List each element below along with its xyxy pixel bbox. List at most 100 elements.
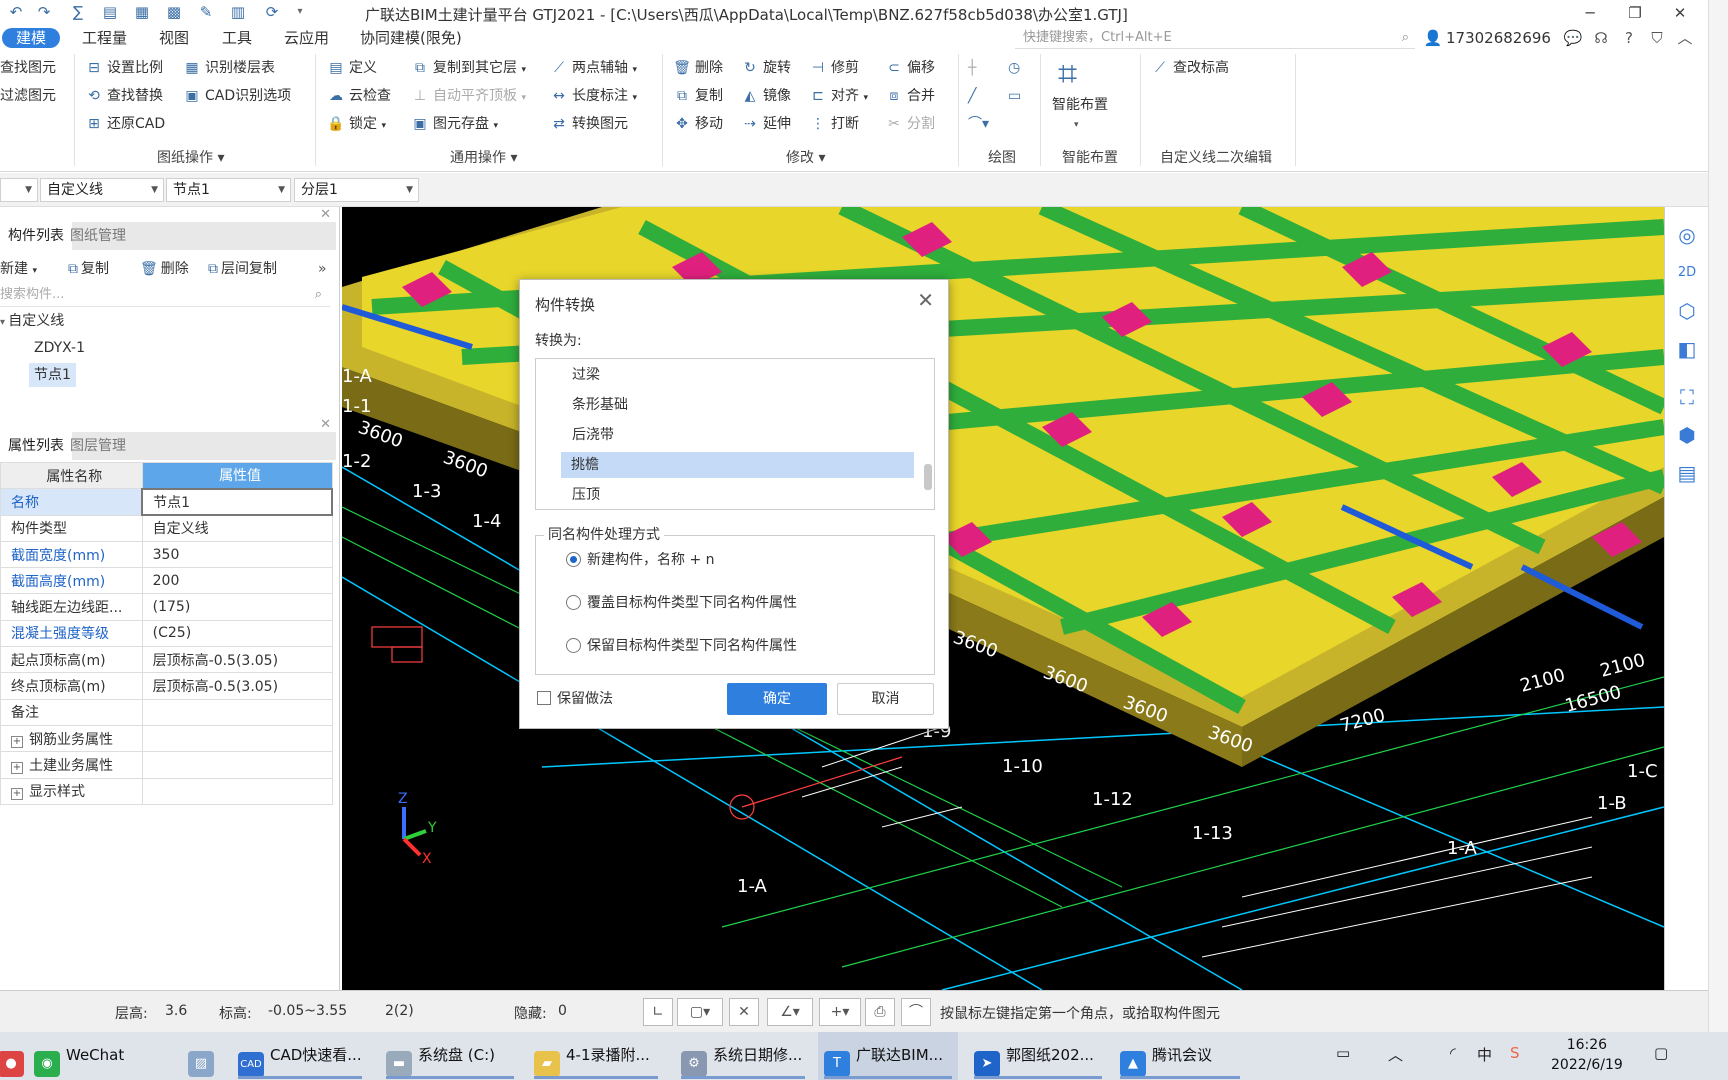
grid-icon[interactable]: ▩	[164, 3, 184, 21]
dialog-close-icon[interactable]: ✕	[917, 288, 934, 312]
list-item[interactable]: 过梁	[562, 362, 912, 388]
menu-quantity[interactable]: 工程量	[80, 28, 129, 48]
copy-between-floors-button[interactable]: ⧉ 层间复制	[208, 257, 277, 281]
table-row[interactable]: + 土建业务属性	[0, 751, 333, 779]
menu-tools[interactable]: 工具	[220, 28, 254, 48]
copy-to-other-floor-button[interactable]: ⧉ 复制到其它层 ▾	[410, 55, 526, 81]
table-row[interactable]: 截面高度(mm) 200	[0, 567, 333, 595]
rotate-button[interactable]: ↻ 旋转	[740, 55, 791, 81]
columns-icon[interactable]: ▥	[228, 3, 248, 21]
tree-item-zdyx1[interactable]: ZDYX-1	[34, 336, 85, 360]
ortho-icon[interactable]: ∟	[643, 998, 673, 1026]
copy-component-button[interactable]: ⧉ 复制	[68, 257, 109, 281]
taskbar-system-drive[interactable]: ▬ 系统盘 (C:)	[380, 1032, 520, 1080]
draw-line-icon[interactable]: ╱	[968, 83, 976, 109]
draw-rect-icon[interactable]: ▭	[1008, 83, 1021, 109]
taskbar-start-edge[interactable]: ●	[0, 1032, 24, 1080]
taskbar-cad-viewer[interactable]: CADCAD快速看...	[232, 1032, 368, 1080]
layer-select[interactable]: 分层1 ▼	[294, 178, 419, 202]
tab-layer-management[interactable]: 图层管理	[62, 432, 134, 460]
clock[interactable]: 16:26 2022/6/19	[1551, 1035, 1623, 1075]
menu-collab[interactable]: 协同建模(限免)	[358, 28, 464, 48]
convert-target-list[interactable]: 过梁 条形基础 后浇带 挑檐 压顶	[535, 358, 935, 510]
group-modify[interactable]: 修改 ▾	[786, 147, 825, 167]
taskbar-gtj[interactable]: T 广联达BIM...	[818, 1032, 958, 1080]
move-button[interactable]: ✥ 移动	[672, 111, 723, 137]
report-icon[interactable]: ▤	[100, 3, 120, 21]
close-icon[interactable]: ✕	[1665, 2, 1695, 24]
wifi-icon[interactable]: ◜	[1450, 1044, 1456, 1062]
dynamic-observe-icon[interactable]: ◎	[1673, 221, 1701, 249]
offset-button[interactable]: ⊂ 偏移	[884, 55, 935, 81]
menu-modeling[interactable]: 建模	[2, 28, 61, 48]
length-dimension-button[interactable]: ↔ 长度标注 ▾	[549, 83, 637, 109]
tray-expand-icon[interactable]: ︿	[1388, 1044, 1403, 1065]
restore-icon[interactable]: ❐	[1620, 2, 1650, 24]
draw-circle-icon[interactable]: ◷	[1008, 55, 1020, 81]
customize-icon[interactable]: ▾	[290, 3, 310, 21]
list-scrollbar[interactable]	[924, 464, 932, 490]
mirror-button[interactable]: ◭ 镜像	[740, 83, 791, 109]
taskbar-image-app[interactable]: ▨	[182, 1032, 228, 1080]
component-type-select[interactable]: 自定义线 ▼	[40, 178, 164, 202]
restore-cad-button[interactable]: ⊞ 还原CAD	[84, 111, 165, 137]
split-button[interactable]: ✂ 分割	[884, 111, 935, 137]
cancel-button[interactable]: 取消	[837, 683, 934, 715]
fit-view-icon[interactable]: ⛶	[1673, 383, 1701, 411]
list-item-selected[interactable]: 挑檐	[561, 452, 914, 478]
modify-elevation-button[interactable]: ⟋ 查改标高	[1150, 55, 1229, 81]
input-method-icon[interactable]: S	[1510, 1044, 1520, 1062]
input-language[interactable]: 中	[1477, 1044, 1492, 1065]
lock-button[interactable]: 🔒 锁定 ▾	[326, 111, 386, 137]
delete-component-button[interactable]: 🗑 删除	[140, 257, 189, 281]
box-select-icon[interactable]: ⬢	[1673, 421, 1701, 449]
tree-item-node1[interactable]: 节点1	[29, 363, 76, 387]
table-row[interactable]: 名称 节点1	[0, 487, 333, 517]
chat-icon[interactable]: 💬	[1562, 28, 1584, 48]
table-row[interactable]: + 显示样式	[0, 777, 333, 805]
sum-icon[interactable]: ∑	[68, 3, 88, 21]
undo-icon[interactable]: ↶	[6, 3, 26, 21]
find-element-button[interactable]: 查找图元	[0, 55, 56, 81]
draw-point-icon[interactable]: ┼	[968, 55, 976, 81]
name-value-input[interactable]: 节点1	[141, 487, 333, 517]
filter-element-button[interactable]: 过滤图元	[0, 83, 56, 109]
cad-options-button[interactable]: ▣ CAD识别选项	[182, 83, 291, 109]
more-tools-icon[interactable]: »	[318, 257, 327, 281]
new-component-button[interactable]: 新建 ▾	[0, 257, 37, 281]
set-scale-button[interactable]: ⊟ 设置比例	[84, 55, 163, 81]
3d-view-icon[interactable]: ⬡	[1673, 297, 1701, 325]
taskbar-drawing-file[interactable]: ➤ 郭图纸202...	[968, 1032, 1108, 1080]
copy-button[interactable]: ⧉ 复制	[672, 83, 723, 109]
taskbar-date-settings[interactable]: ⚙ 系统日期修...	[675, 1032, 811, 1080]
property-panel-close-icon[interactable]: ✕	[320, 417, 331, 432]
menu-view[interactable]: 视图	[157, 28, 191, 48]
menu-cloud[interactable]: 云应用	[282, 28, 331, 48]
cube-view-icon[interactable]: ◧	[1673, 335, 1701, 363]
keep-method-checkbox[interactable]: 保留做法	[537, 688, 613, 708]
table-row[interactable]: + 钢筋业务属性	[0, 724, 333, 753]
option-keep[interactable]: 保留目标构件类型下同名构件属性	[566, 635, 797, 657]
shirt-icon[interactable]: ⛉	[1646, 28, 1668, 48]
component-panel-close-icon[interactable]: ✕	[320, 207, 331, 222]
table-row[interactable]: 构件类型 自定义线	[0, 514, 333, 542]
trim-button[interactable]: ⊣ 修剪	[808, 55, 859, 81]
print-icon[interactable]: ⎙	[865, 998, 895, 1026]
tab-drawing-management[interactable]: 图纸管理	[62, 222, 134, 250]
screen-icon[interactable]: ▭	[1336, 1044, 1350, 1062]
option-new-component[interactable]: 新建构件，名称 + n	[566, 549, 715, 571]
taskbar-folder-recording[interactable]: ▰ 4-1录播附...	[528, 1032, 664, 1080]
smart-layout-icon[interactable]: ⌗	[1058, 54, 1077, 94]
table-row[interactable]: 混凝土强度等级 (C25)	[0, 619, 333, 648]
find-replace-button[interactable]: ⟲ 查找替换	[84, 83, 163, 109]
align-button[interactable]: ⊏ 对齐 ▾	[808, 83, 868, 109]
taskbar-tencent-meeting[interactable]: ▲ 腾讯会议	[1114, 1032, 1246, 1080]
arc-mode-icon[interactable]: ⌒	[901, 998, 931, 1026]
convert-element-button[interactable]: ⇄ 转换图元	[549, 111, 628, 137]
snap-select-icon[interactable]: ▢▾	[677, 998, 723, 1026]
list-item[interactable]: 压顶	[562, 482, 912, 508]
help-icon[interactable]: ?	[1618, 28, 1640, 48]
option-overwrite[interactable]: 覆盖目标构件类型下同名构件属性	[566, 592, 797, 614]
table-row[interactable]: 终点顶标高(m) 层顶标高-0.5(3.05)	[0, 672, 333, 700]
minimize-icon[interactable]: ─	[1575, 2, 1605, 24]
